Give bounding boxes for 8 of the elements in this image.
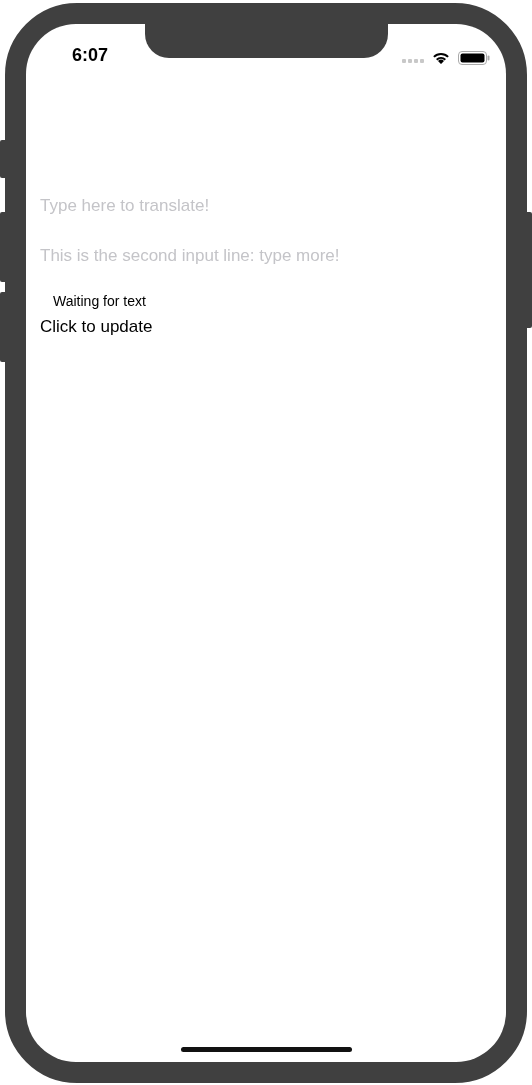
wifi-icon — [432, 51, 450, 65]
status-label: Waiting for text — [53, 292, 146, 310]
update-button[interactable]: Click to update — [40, 316, 153, 338]
input-field[interactable]: Type here to translate! — [40, 196, 480, 216]
battery-icon — [458, 51, 490, 65]
signal-icon — [402, 58, 424, 64]
input-field[interactable]: This is the second input line: type more! — [40, 246, 480, 266]
status-time: 6:07 — [72, 44, 109, 66]
